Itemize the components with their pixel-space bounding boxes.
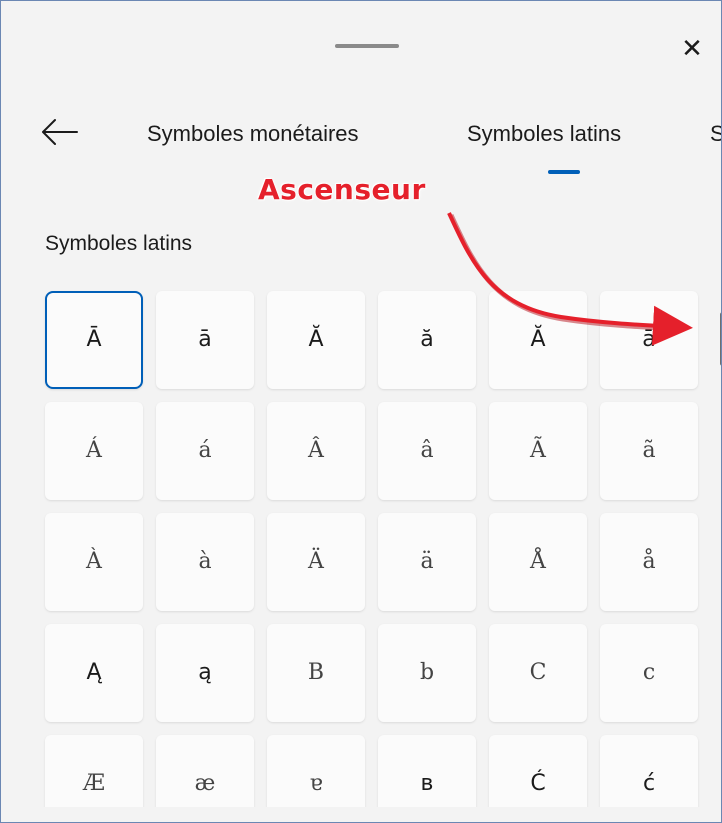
symbol-cell[interactable]: ā xyxy=(600,291,698,389)
symbol-cell[interactable]: ã xyxy=(600,402,698,500)
symbol-cell[interactable]: Ă xyxy=(267,291,365,389)
section-title: Symboles latins xyxy=(45,232,193,255)
tab-selected-indicator xyxy=(548,170,580,174)
symbol-cell[interactable]: Ā xyxy=(45,291,143,389)
symbol-cell[interactable]: ɐ xyxy=(267,735,365,807)
symbol-cell[interactable]: ă xyxy=(378,291,476,389)
symbol-cell[interactable]: å xyxy=(600,513,698,611)
symbol-cell[interactable]: Å xyxy=(489,513,587,611)
symbol-cell[interactable]: æ xyxy=(156,735,254,807)
symbol-cell[interactable]: b xyxy=(378,624,476,722)
back-button[interactable] xyxy=(41,117,81,147)
symbol-cell[interactable]: B xyxy=(267,624,365,722)
symbol-cell[interactable]: ä xyxy=(378,513,476,611)
symbol-cell[interactable]: Ã xyxy=(489,402,587,500)
tab-symboles-monetaires[interactable]: Symboles monétaires xyxy=(147,121,359,147)
symbol-cell[interactable]: À xyxy=(45,513,143,611)
symbol-cell[interactable]: в xyxy=(378,735,476,807)
symbol-cell[interactable]: Ą xyxy=(45,624,143,722)
symbol-cell[interactable]: c xyxy=(600,624,698,722)
symbol-cell[interactable]: Æ xyxy=(45,735,143,807)
symbol-cell[interactable]: C xyxy=(489,624,587,722)
annotation-label: Ascenseur xyxy=(258,173,426,206)
symbol-cell[interactable]: ć xyxy=(600,735,698,807)
drag-handle[interactable] xyxy=(335,44,399,48)
tab-next-partial[interactable]: Sy xyxy=(710,121,721,147)
symbol-cell[interactable]: â xyxy=(378,402,476,500)
tab-symboles-latins[interactable]: Symboles latins xyxy=(467,121,621,147)
symbol-cell[interactable]: Â xyxy=(267,402,365,500)
symbol-cell[interactable]: ā xyxy=(156,291,254,389)
back-arrow-icon xyxy=(42,119,78,145)
close-icon: ✕ xyxy=(681,33,703,63)
symbol-cell[interactable]: Ă xyxy=(489,291,587,389)
symbol-cell[interactable]: á xyxy=(156,402,254,500)
symbol-cell[interactable]: Ä xyxy=(267,513,365,611)
symbol-cell[interactable]: à xyxy=(156,513,254,611)
symbol-cell[interactable]: Á xyxy=(45,402,143,500)
symbol-cell[interactable]: Ć xyxy=(489,735,587,807)
symbol-cell[interactable]: ą xyxy=(156,624,254,722)
symbol-panel: ✕ Symboles monétaires Symboles latins Sy… xyxy=(7,7,721,807)
close-button[interactable]: ✕ xyxy=(677,33,707,63)
window-frame: ✕ Symboles monétaires Symboles latins Sy… xyxy=(0,0,722,823)
